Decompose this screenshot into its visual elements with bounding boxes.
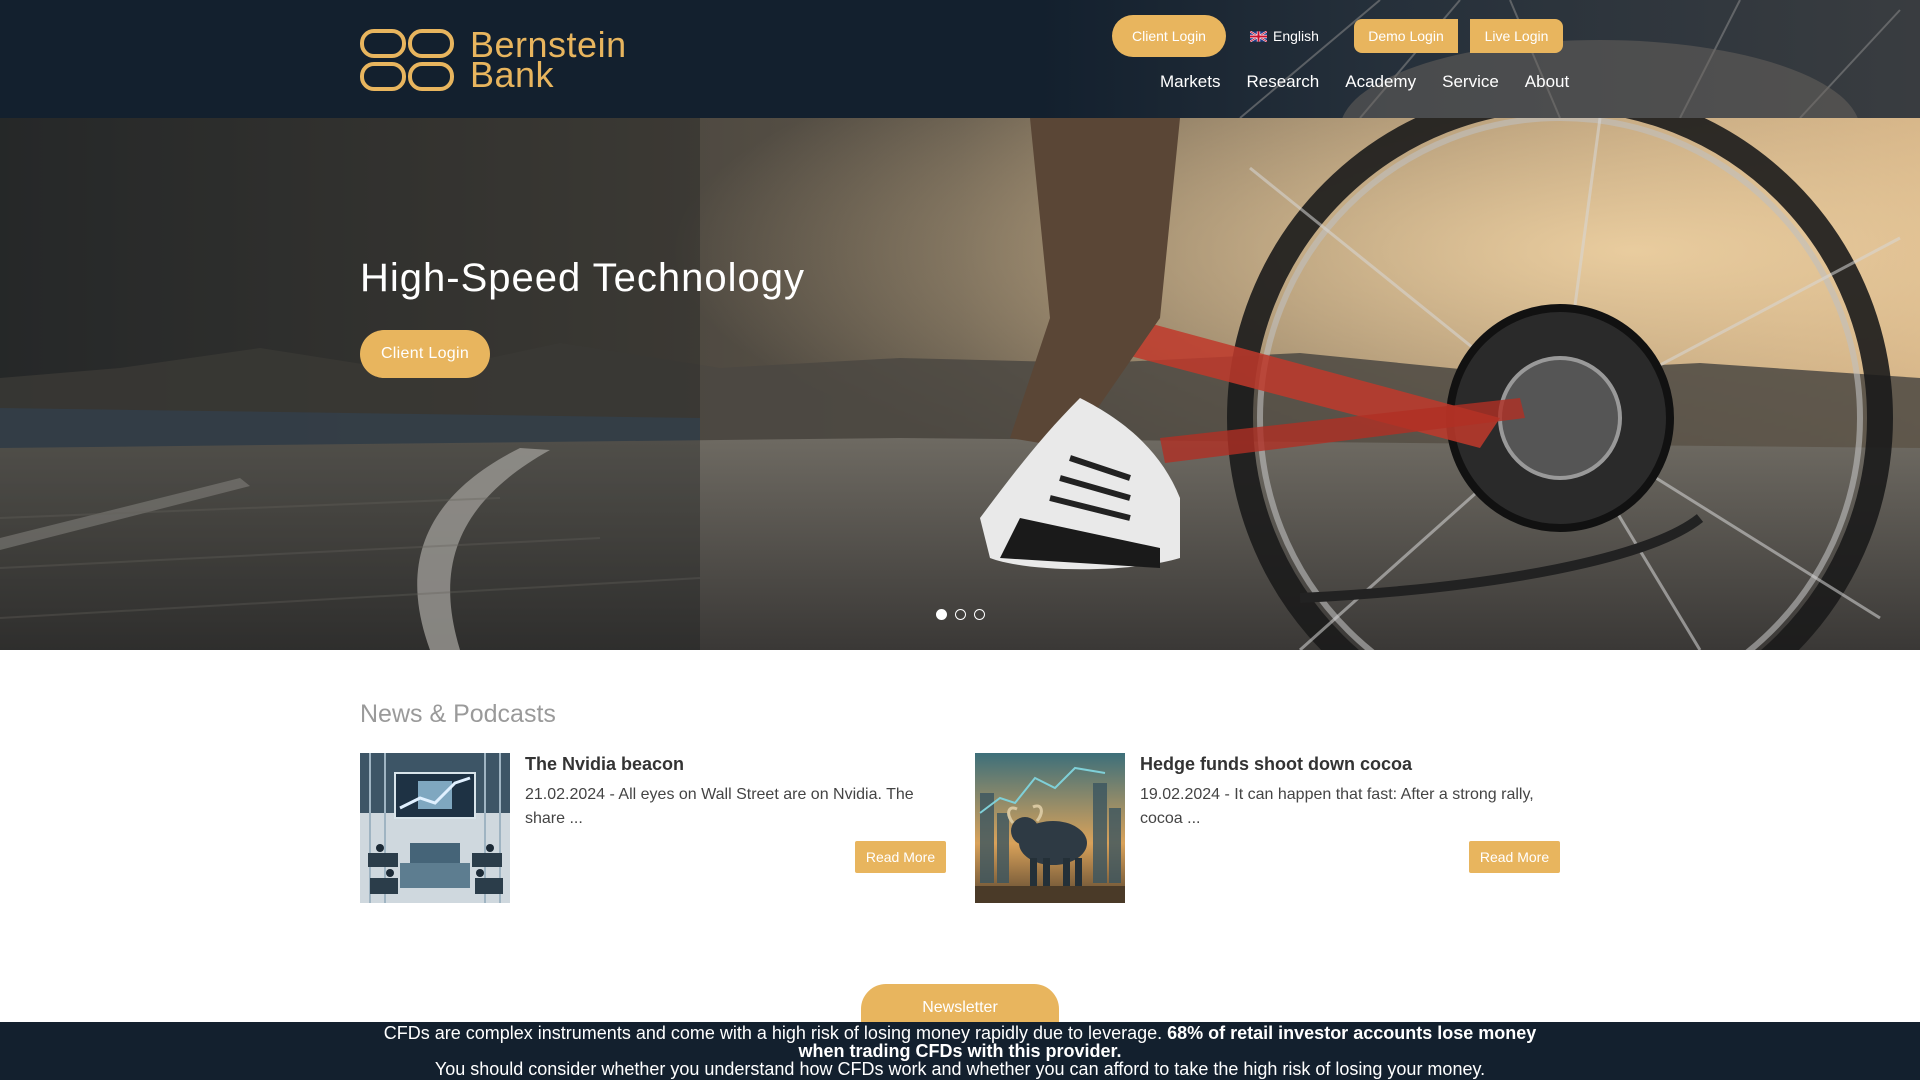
nav-markets[interactable]: Markets	[1160, 70, 1220, 94]
bull-city-image	[975, 753, 1125, 903]
slider-dot-1[interactable]	[936, 609, 947, 620]
risk-warning-line2: You should consider whether you understa…	[434, 1059, 1486, 1079]
risk-warning-text: CFDs are complex instruments and come wi…	[383, 1023, 1168, 1043]
ai-trading-floor-image	[360, 753, 510, 903]
risk-warning-bar: CFDs are complex instruments and come wi…	[0, 1022, 1920, 1080]
news-card: Hedge funds shoot down cocoa 19.02.2024 …	[975, 753, 1560, 903]
nav-service[interactable]: Service	[1442, 70, 1499, 94]
hero-title: High-Speed Technology	[360, 256, 806, 300]
news-body: The Nvidia beacon 21.02.2024 - All eyes …	[525, 753, 946, 831]
language-label: English	[1273, 28, 1319, 44]
slider-dot-2[interactable]	[955, 609, 966, 620]
nav-research[interactable]: Research	[1246, 70, 1319, 94]
news-card: The Nvidia beacon 21.02.2024 - All eyes …	[360, 753, 946, 903]
client-login-button[interactable]: Client Login	[1112, 15, 1226, 57]
live-login-button[interactable]: Live Login	[1470, 19, 1563, 53]
slider-dots	[936, 609, 985, 620]
nav-about[interactable]: About	[1525, 70, 1569, 94]
hero-slider: High-Speed Technology Client Login	[0, 118, 1920, 650]
news-thumbnail-cocoa[interactable]	[975, 753, 1125, 903]
uk-flag-icon	[1250, 30, 1267, 42]
news-body: Hedge funds shoot down cocoa 19.02.2024 …	[1140, 753, 1560, 831]
slider-dot-3[interactable]	[974, 609, 985, 620]
news-excerpt: 19.02.2024 - It can happen that fast: Af…	[1140, 786, 1534, 827]
news-headline[interactable]: The Nvidia beacon	[525, 753, 946, 775]
brand-logo[interactable]: Bernstein Bank	[360, 27, 630, 95]
hero-client-login-button[interactable]: Client Login	[360, 330, 490, 378]
nav-academy[interactable]: Academy	[1345, 70, 1416, 94]
news-section-title: News & Podcasts	[360, 700, 556, 728]
read-more-button[interactable]: Read More	[855, 841, 946, 873]
read-more-button[interactable]: Read More	[1469, 841, 1560, 873]
main-nav: Markets Research Academy Service About	[1160, 70, 1569, 94]
news-excerpt: 21.02.2024 - All eyes on Wall Street are…	[525, 786, 914, 827]
site-header: Bernstein Bank Client Login English Demo…	[0, 0, 1920, 118]
brand-wordmark: Bernstein Bank	[470, 27, 627, 95]
news-headline[interactable]: Hedge funds shoot down cocoa	[1140, 753, 1560, 775]
bernstein-logo-icon	[360, 29, 454, 91]
top-links: Client Login English Demo Login Live Log…	[1112, 15, 1563, 57]
language-selector[interactable]: English	[1250, 28, 1326, 44]
news-thumbnail-nvidia[interactable]	[360, 753, 510, 903]
brand-name-line2: Bank	[470, 54, 555, 95]
hero-cyclist-image	[0, 118, 1920, 650]
demo-login-button[interactable]: Demo Login	[1354, 19, 1458, 53]
risk-warning-line1: CFDs are complex instruments and come wi…	[360, 1024, 1560, 1060]
